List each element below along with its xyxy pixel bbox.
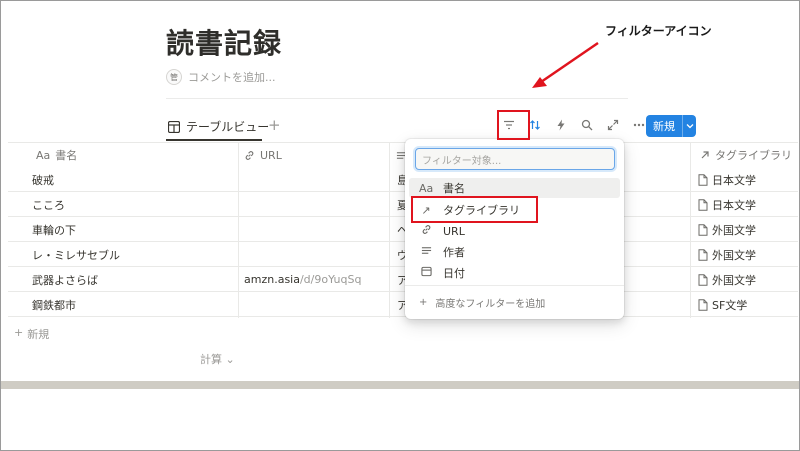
tag-label: 外国文学 bbox=[712, 273, 756, 287]
text-icon bbox=[419, 245, 433, 259]
page-icon bbox=[698, 248, 708, 261]
url-host: amzn.asia bbox=[244, 273, 300, 286]
chevron-down-icon[interactable] bbox=[682, 115, 696, 137]
column-divider bbox=[238, 143, 239, 318]
sort-icon bbox=[530, 120, 540, 130]
title-icon: Aa bbox=[419, 181, 434, 195]
filter-option-label: 作者 bbox=[443, 246, 465, 259]
page-icon bbox=[698, 273, 708, 286]
table-row[interactable]: こころ夏日本文学 bbox=[8, 192, 798, 217]
url-path: /d/9oYuqSq bbox=[299, 273, 362, 286]
search-icon bbox=[581, 119, 593, 131]
filter-icon-highlight bbox=[497, 110, 530, 140]
column-header-title[interactable]: Aa 書名 bbox=[36, 143, 77, 167]
cell-url[interactable]: amzn.asia/d/9oYuqSq bbox=[244, 267, 361, 292]
expand-icon bbox=[607, 119, 619, 131]
tag-label: 外国文学 bbox=[712, 248, 756, 262]
table-row[interactable]: 破戒島日本文学 bbox=[8, 167, 798, 192]
bottom-band bbox=[1, 381, 799, 389]
column-header-url[interactable]: URL bbox=[244, 143, 282, 167]
cell-title[interactable]: レ・ミレサセブル bbox=[32, 242, 120, 267]
table-row[interactable]: レ・ミレサセブルヴ外国文学 bbox=[8, 242, 798, 267]
cell-tag-library[interactable]: SF文学 bbox=[698, 292, 747, 317]
tab-table-view[interactable]: テーブルビュー bbox=[168, 118, 269, 135]
add-comment-placeholder: コメントを追加... bbox=[188, 71, 276, 84]
chevron-down-icon: ⌄ bbox=[225, 353, 235, 366]
filter-option-label: URL bbox=[443, 224, 465, 238]
cell-title[interactable]: こころ bbox=[32, 192, 65, 217]
add-row-button[interactable]: + 新規 bbox=[14, 326, 49, 342]
cell-title[interactable]: 破戒 bbox=[32, 167, 54, 192]
tag-library-highlight bbox=[411, 196, 538, 223]
column-divider bbox=[389, 143, 390, 318]
filter-option-label: 日付 bbox=[443, 267, 465, 280]
search-button[interactable] bbox=[575, 113, 599, 137]
page-icon bbox=[698, 173, 708, 186]
filter-search-placeholder: フィルター対象... bbox=[422, 155, 502, 167]
new-button-label: 新規 bbox=[653, 120, 675, 133]
filter-option-date[interactable]: 日付 bbox=[409, 263, 620, 283]
column-header-tag-library[interactable]: タグライブラリ bbox=[700, 143, 792, 167]
tag-label: 外国文学 bbox=[712, 223, 756, 237]
add-comment-row[interactable]: 管 コメントを追加... bbox=[166, 68, 276, 86]
tag-label: SF文学 bbox=[712, 298, 748, 312]
filter-option-title[interactable]: Aa 書名 bbox=[409, 178, 620, 198]
add-advanced-filter-button[interactable]: + 高度なフィルターを追加 bbox=[419, 295, 545, 310]
tag-label: 日本文学 bbox=[712, 173, 756, 187]
link-icon bbox=[245, 150, 254, 160]
annotation-label: フィルターアイコン bbox=[605, 24, 712, 38]
add-view-button[interactable]: + bbox=[268, 116, 281, 134]
filter-option-label: 書名 bbox=[443, 182, 465, 195]
page-icon bbox=[698, 298, 708, 311]
tag-label: 日本文学 bbox=[712, 198, 756, 212]
expand-button[interactable] bbox=[601, 113, 625, 137]
cell-tag-library[interactable]: 日本文学 bbox=[698, 192, 756, 217]
table-row[interactable]: 武器よさらば amzn.asia/d/9oYuqSq ア外国文学 bbox=[8, 267, 798, 292]
page-icon bbox=[698, 223, 708, 236]
add-advanced-filter-label: 高度なフィルターを追加 bbox=[435, 299, 546, 310]
page-title: 読書記録 bbox=[166, 27, 283, 60]
table-row[interactable]: 車輪の下ヘ外国文学 bbox=[8, 217, 798, 242]
column-divider bbox=[690, 143, 691, 318]
calendar-icon bbox=[419, 266, 433, 280]
calculate-label: 計算 bbox=[200, 353, 222, 366]
filter-option-url[interactable]: URL bbox=[409, 221, 620, 241]
header-divider bbox=[166, 98, 628, 99]
calculate-button[interactable]: 計算 ⌄ bbox=[200, 351, 235, 367]
avatar: 管 bbox=[166, 69, 182, 85]
cell-title[interactable]: 鋼鉄都市 bbox=[32, 292, 76, 317]
filter-menu: フィルター対象... Aa 書名 ↗ タグライブラリ URL 作者 日付 + 高… bbox=[405, 139, 624, 319]
filter-search-input[interactable]: フィルター対象... bbox=[415, 148, 615, 170]
column-header-label: 書名 bbox=[55, 149, 78, 162]
plus-icon: + bbox=[419, 297, 428, 308]
active-tab-indicator bbox=[166, 139, 262, 141]
menu-divider bbox=[405, 285, 624, 286]
cell-tag-library[interactable]: 外国文学 bbox=[698, 217, 756, 242]
tab-table-view-label: テーブルビュー bbox=[186, 120, 270, 134]
link-icon bbox=[419, 224, 433, 238]
column-header-label: URL bbox=[260, 148, 282, 162]
filter-option-author[interactable]: 作者 bbox=[409, 242, 620, 262]
new-button[interactable]: 新規 bbox=[646, 115, 696, 137]
relation-icon bbox=[701, 151, 709, 159]
cell-title[interactable]: 武器よさらば bbox=[32, 267, 98, 292]
more-icon bbox=[633, 123, 645, 127]
column-header-label: タグライブラリ bbox=[715, 149, 792, 162]
title-icon: Aa bbox=[36, 148, 51, 162]
table-row[interactable]: 鋼鉄都市ア SF文学 bbox=[8, 292, 798, 317]
automation-button[interactable] bbox=[549, 113, 573, 137]
page-icon bbox=[698, 198, 708, 211]
plus-icon: + bbox=[14, 326, 24, 339]
cell-tag-library[interactable]: 日本文学 bbox=[698, 167, 756, 192]
cell-title[interactable]: 車輪の下 bbox=[32, 217, 76, 242]
automation-icon bbox=[557, 119, 565, 131]
table-icon bbox=[168, 120, 180, 133]
cell-tag-library[interactable]: 外国文学 bbox=[698, 267, 756, 292]
cell-tag-library[interactable]: 外国文学 bbox=[698, 242, 756, 267]
add-row-label: 新規 bbox=[27, 328, 50, 341]
